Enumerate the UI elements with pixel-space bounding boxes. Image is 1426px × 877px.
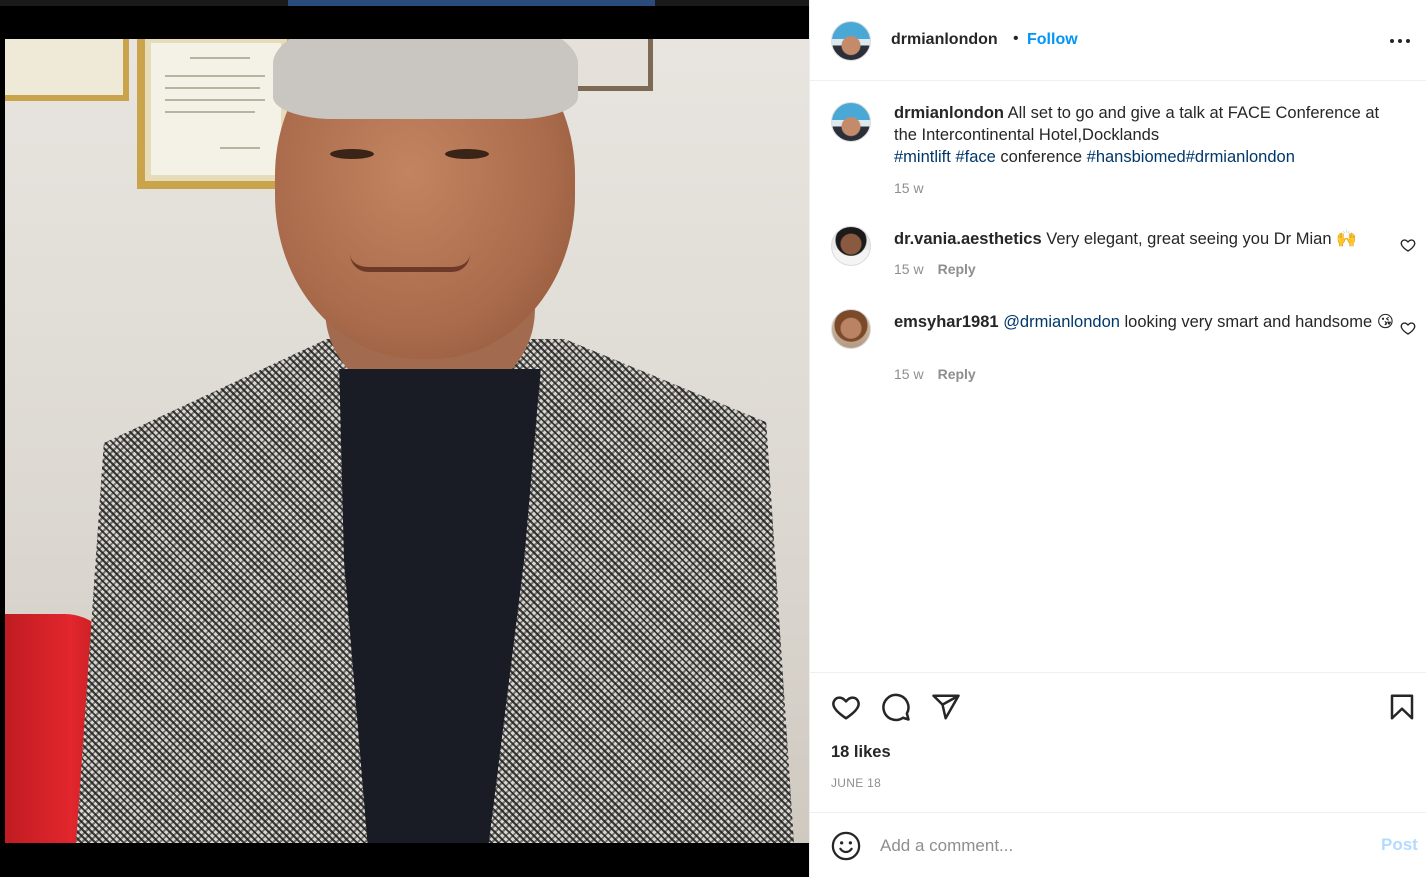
reply-button[interactable]: Reply [938,261,976,277]
comments-list[interactable]: drmianlondon All set to go and give a ta… [810,81,1426,671]
comment-text: dr.vania.aesthetics Very elegant, great … [894,228,1394,250]
post-media[interactable] [0,6,809,877]
post-actions: 18 likes JUNE 18 [810,672,1426,812]
timestamp[interactable]: 15 w [894,180,924,196]
photo-frame [5,39,129,101]
hashtag-link[interactable]: #hansbiomed [1087,148,1186,166]
photo-mouth [350,254,470,272]
comment-input[interactable] [880,833,1340,859]
share-icon[interactable] [931,692,961,722]
mention-link[interactable]: @drmianlondon [1003,313,1120,331]
photo-eye [330,149,374,159]
photo-eye [445,149,489,159]
post-photo [5,39,809,843]
caption-text: drmianlondon All set to go and give a ta… [894,102,1394,168]
post-username[interactable]: drmianlondon [891,31,998,49]
comment-body: looking very smart and handsome 😘 [1119,313,1394,331]
comment-username[interactable]: dr.vania.aesthetics [894,230,1042,248]
photo-certificate-frame [137,39,295,189]
more-options-icon[interactable] [1389,30,1413,50]
timestamp[interactable]: 15 w [894,261,924,277]
post-button[interactable]: Post [1381,835,1418,855]
hashtag-link[interactable]: #face [955,148,995,166]
avatar[interactable] [831,309,871,349]
avatar[interactable] [831,21,871,61]
comment-username[interactable]: emsyhar1981 [894,313,999,331]
likes-count[interactable]: 18 likes [831,743,891,762]
hashtag-link[interactable]: #drmianlondon [1186,148,1295,166]
smiley-icon[interactable] [831,831,861,861]
bookmark-icon[interactable] [1387,692,1417,722]
caption-meta: 15 w [894,180,924,196]
timestamp[interactable]: 15 w [894,366,924,382]
caption-word: conference [995,148,1087,166]
post-details-panel: drmianlondon • Follow drmianlondon All s… [809,0,1426,877]
avatar[interactable] [831,102,871,142]
post-header: drmianlondon • Follow [810,0,1426,81]
post-date[interactable]: JUNE 18 [831,776,881,790]
comment-meta: 15 w Reply [894,366,976,382]
heart-icon[interactable] [831,692,861,722]
comment-body: Very elegant, great seeing you Dr Mian 🙌 [1041,230,1357,248]
follow-button[interactable]: Follow [1027,31,1078,49]
avatar[interactable] [831,226,871,266]
comment-composer: Post [810,812,1426,877]
photo-hair [273,39,578,119]
comment-text: emsyhar1981 @drmianlondon looking very s… [894,311,1394,333]
reply-button[interactable]: Reply [938,366,976,382]
like-comment-heart-icon[interactable] [1400,237,1416,253]
comment-meta: 15 w Reply [894,261,976,277]
separator-dot: • [1013,30,1019,47]
like-comment-heart-icon[interactable] [1400,320,1416,336]
caption-username[interactable]: drmianlondon [894,104,1004,122]
hashtag-link[interactable]: #mintlift [894,148,951,166]
comment-icon[interactable] [881,692,911,722]
